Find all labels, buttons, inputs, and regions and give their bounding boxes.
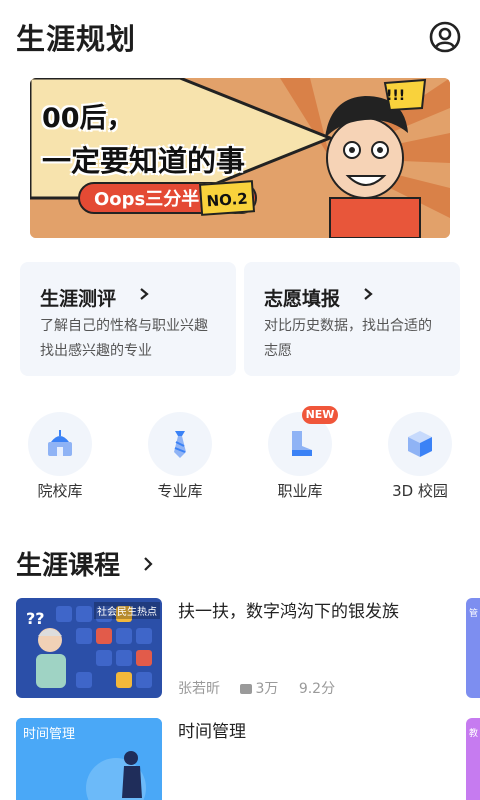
banner-exclaim-badge: !!!: [386, 88, 406, 104]
card-title: 志愿填报: [264, 288, 341, 310]
promo-banner[interactable]: 00后， 一定要知道的事 Oops三分半 NO.2 !!!: [30, 78, 450, 238]
course-title: 时间管理: [178, 722, 246, 742]
cube-icon: [388, 412, 452, 476]
tie-icon: [148, 412, 212, 476]
quick-link-label: 职业库: [277, 482, 323, 500]
chevron-right-icon[interactable]: [142, 557, 154, 571]
course-thumbnail: ?? 社会民生热点: [16, 598, 162, 698]
thumbnail-tag: 时间管理: [23, 727, 76, 742]
career-assessment-card[interactable]: 生涯测评 了解自己的性格与职业兴趣找出感兴趣的专业: [20, 262, 236, 376]
card-title: 生涯测评: [40, 288, 117, 310]
school-icon: [28, 412, 92, 476]
thumbnail-tag: 社会民生热点: [94, 602, 160, 619]
course-views: 3万: [240, 681, 278, 697]
next-card-peek[interactable]: 教: [466, 718, 480, 800]
page-title: 生涯规划: [16, 22, 137, 56]
quick-link-majors[interactable]: 专业库: [130, 410, 230, 510]
banner-episode-tag: NO.2: [198, 180, 256, 216]
user-profile-button[interactable]: [428, 20, 462, 54]
chevron-right-icon: [140, 288, 149, 300]
quick-link-label: 3D 校园: [392, 482, 448, 500]
peek-tag: 管: [469, 609, 479, 619]
header: 生涯规划: [0, 0, 480, 72]
feature-cards: 生涯测评 了解自己的性格与职业兴趣找出感兴趣的专业 志愿填报 对比历史数据，找出…: [20, 262, 460, 376]
quick-link-label: 专业库: [157, 482, 203, 500]
application-fill-card[interactable]: 志愿填报 对比历史数据，找出合适的志愿: [244, 262, 460, 376]
course-meta: 张若昕 3万 9.2分: [178, 678, 351, 698]
courses-section-title[interactable]: 生涯课程: [16, 545, 120, 582]
next-card-peek[interactable]: 管: [466, 598, 480, 698]
page: 生涯规划 00后， 一定要知道的事 Oops三分半 NO.2 !!! 生涯测评 …: [0, 0, 480, 800]
quick-link-3d-campus[interactable]: 3D 校园: [370, 410, 470, 510]
course-thumbnail: 时间管理: [16, 718, 162, 800]
user-circle-icon: [429, 21, 461, 53]
card-description: 了解自己的性格与职业兴趣找出感兴趣的专业: [40, 318, 208, 359]
quick-link-careers[interactable]: 职业库: [250, 410, 350, 510]
play-count-icon: [240, 684, 253, 694]
quick-link-label: 院校库: [37, 482, 83, 500]
course-item[interactable]: 时间管理 时间管理: [16, 718, 464, 800]
banner-headline-2: 一定要知道的事: [42, 144, 246, 178]
new-badge: NEW: [302, 406, 338, 424]
svg-text:??: ??: [26, 609, 45, 628]
quick-links: 院校库 专业库 职业库 3D 校园: [0, 410, 480, 510]
course-title: 扶一扶，数字鸿沟下的银发族: [178, 602, 399, 622]
course-score: 9.2分: [298, 681, 336, 697]
card-description: 对比历史数据，找出合适的志愿: [264, 318, 432, 359]
peek-tag: 教: [469, 729, 479, 739]
course-item[interactable]: ?? 社会民生热点 扶一扶，数字鸿沟下的银发族 张若昕 3万 9.2分: [16, 598, 464, 698]
banner-headline-1: 00后，: [42, 103, 134, 134]
quick-link-colleges[interactable]: 院校库: [10, 410, 110, 510]
chevron-right-icon: [364, 288, 373, 300]
course-author: 张若昕: [178, 681, 220, 697]
